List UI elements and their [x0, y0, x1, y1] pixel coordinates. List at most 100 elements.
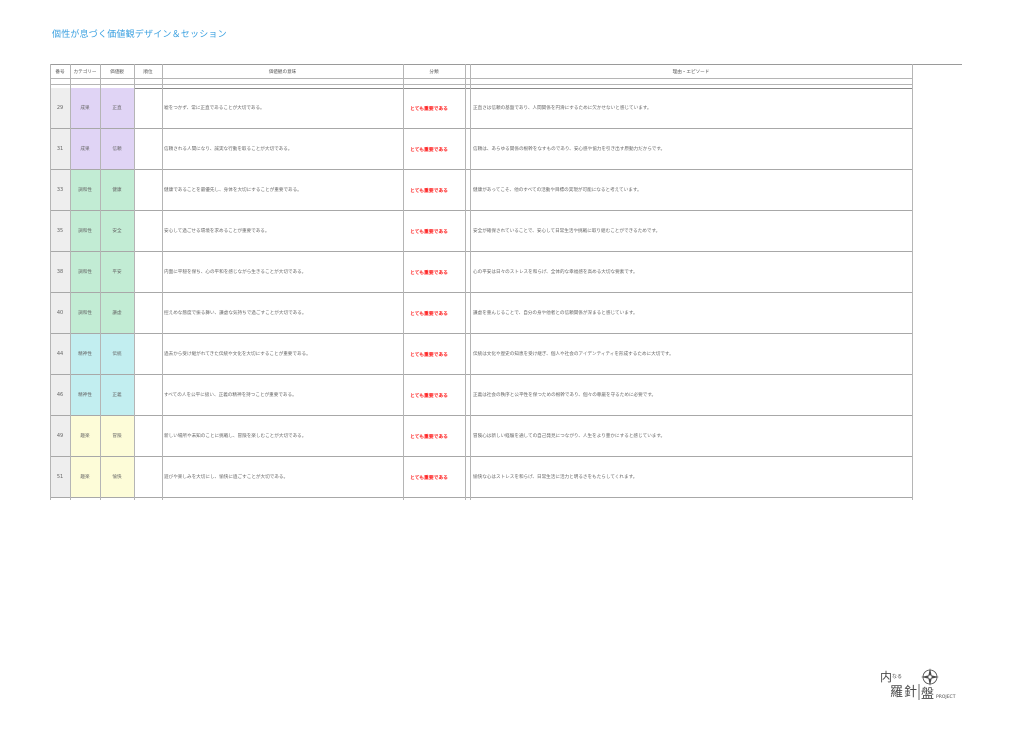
classification-cell: とても重要である	[410, 229, 448, 235]
table-row: 51 趣楽 愉快 遊びや楽しみを大切にし、愉快に過ごすことが大切である。 とても重要であ…	[50, 457, 912, 498]
classification-cell: とても重要である	[410, 147, 448, 153]
value-cell: 謙虚	[100, 293, 134, 333]
meaning-cell: 内面に平穏を保ち、心の平和を感じながら生きることが大切である。	[164, 270, 307, 275]
reason-cell: 冒険心は新しい経験を通しての自己発見につながり、人生をより豊かにすると感じていま…	[473, 434, 666, 439]
rank-cell	[134, 457, 162, 497]
grid-line	[470, 64, 471, 500]
rank-cell	[134, 334, 162, 374]
rank-cell	[134, 88, 162, 128]
reason-cell: 伝統は文化や歴史の知恵を受け継ぎ、個人や社会のアイデンティティを形成するために大…	[473, 352, 674, 357]
category-cell: 成果	[70, 88, 100, 128]
reason-cell: 愉快な心はストレスを和らげ、日常生活に活力と明るさをもたらしてくれます。	[473, 475, 638, 480]
row-number: 46	[50, 375, 70, 415]
svg-text:羅: 羅	[890, 685, 903, 700]
classification-cell: とても重要である	[410, 188, 448, 194]
table-row: 46 精神性 正義 すべての人を公平に扱い、正義の精神を持つことが重要である。 とても重…	[50, 375, 912, 416]
compass-logo-icon: 内 なる 羅 針 盤 PROJECT	[880, 668, 956, 702]
reason-cell: 安全が確保されていることで、安心して日常生活や挑戦に取り組むことができるためです…	[473, 229, 661, 234]
rank-cell	[134, 211, 162, 251]
svg-text:なる: なる	[892, 673, 902, 680]
rank-cell	[134, 170, 162, 210]
table-row: 44 精神性 伝統 過去から受け継がれてきた伝統や文化を大切にすることが重要である。 と…	[50, 334, 912, 375]
table-row: 38 調和性 平安 内面に平穏を保ち、心の平和を感じながら生きることが大切である。 とて…	[50, 252, 912, 293]
category-cell: 調和性	[70, 211, 100, 251]
rank-cell	[134, 416, 162, 456]
table-row: 31 成果 信頼 信頼される人間になり、誠実な行動を取ることが大切である。 とても重要で…	[50, 129, 912, 170]
classification-cell: とても重要である	[410, 393, 448, 399]
project-logo: 内 なる 羅 針 盤 PROJECT	[878, 664, 960, 704]
svg-text:内: 内	[880, 670, 892, 684]
category-cell: 調和性	[70, 252, 100, 292]
value-cell: 安全	[100, 211, 134, 251]
grid-line	[465, 64, 466, 500]
category-cell: 趣楽	[70, 457, 100, 497]
row-number: 35	[50, 211, 70, 251]
header-meaning: 価値観の意味	[268, 70, 297, 75]
rank-cell	[134, 129, 162, 169]
row-number: 31	[50, 129, 70, 169]
header-rule-2	[50, 84, 912, 85]
meaning-cell: すべての人を公平に扱い、正義の精神を持つことが重要である。	[164, 393, 297, 398]
reason-cell: 正義は社会の秩序と公平性を保つための根幹であり、個々の尊厳を守るために必要です。	[473, 393, 657, 398]
value-cell: 冒険	[100, 416, 134, 456]
classification-cell: とても重要である	[410, 475, 448, 481]
meaning-cell: 過去から受け継がれてきた伝統や文化を大切にすることが重要である。	[164, 352, 311, 357]
category-cell: 調和性	[70, 293, 100, 333]
reason-cell: 心の平安は日々のストレスを和らげ、全体的な幸福感を高める大切な要素です。	[473, 270, 638, 275]
row-number: 40	[50, 293, 70, 333]
row-number: 38	[50, 252, 70, 292]
row-number: 49	[50, 416, 70, 456]
classification-cell: とても重要である	[410, 434, 448, 440]
meaning-cell: 新しい場所や未知のことに挑戦し、冒険を楽しむことが大切である。	[164, 434, 307, 439]
sheet-top-rule	[50, 64, 962, 65]
row-number: 33	[50, 170, 70, 210]
svg-text:PROJECT: PROJECT	[936, 694, 956, 700]
header-value: 価値観	[110, 70, 124, 75]
meaning-cell: 安心して過ごせる環境を求めることが重要である。	[164, 229, 270, 234]
grid-line	[134, 64, 135, 500]
value-cell: 正義	[100, 375, 134, 415]
value-cell: 愉快	[100, 457, 134, 497]
category-cell: 精神性	[70, 375, 100, 415]
grid-line	[100, 64, 101, 500]
row-number: 44	[50, 334, 70, 374]
value-cell: 信頼	[100, 129, 134, 169]
header-reason: 理由・エピソード	[672, 70, 710, 75]
table-row: 49 趣楽 冒険 新しい場所や未知のことに挑戦し、冒険を楽しむことが大切である。 とても…	[50, 416, 912, 457]
rank-cell	[134, 252, 162, 292]
table-row: 33 調和性 健康 健康であることを最優先し、身体を大切にすることが重要である。 とても…	[50, 170, 912, 211]
meaning-cell: 健康であることを最優先し、身体を大切にすることが重要である。	[164, 188, 302, 193]
row-number: 29	[50, 88, 70, 128]
reason-cell: 信頼は、あらゆる関係の根幹をなすものであり、安心感や協力を引き出す原動力だからで…	[473, 147, 666, 152]
grid-line	[70, 64, 71, 500]
table-row: 40 調和性 謙虚 控えめな態度で振る舞い、謙虚な気持ちで過ごすことが大切である。 とて…	[50, 293, 912, 334]
table-row: 35 調和性 安全 安心して過ごせる環境を求めることが重要である。 とても重要である 安全…	[50, 211, 912, 252]
grid-line	[162, 64, 163, 500]
category-cell: 成果	[70, 129, 100, 169]
rank-cell	[134, 375, 162, 415]
classification-cell: とても重要である	[410, 311, 448, 317]
grid-line	[50, 64, 51, 500]
reason-cell: 健康があってこそ、他のすべての活動や目標の実現が可能になると考えています。	[473, 188, 642, 193]
header-number: 番号	[55, 70, 65, 75]
svg-text:盤: 盤	[921, 687, 934, 702]
meaning-cell: 遊びや楽しみを大切にし、愉快に過ごすことが大切である。	[164, 475, 289, 480]
classification-cell: とても重要である	[410, 270, 448, 276]
row-number: 51	[50, 457, 70, 497]
header-classification: 分類	[429, 70, 439, 75]
category-cell: 趣楽	[70, 416, 100, 456]
value-cell: 健康	[100, 170, 134, 210]
header-category: カテゴリー	[73, 70, 97, 75]
value-cell: 正直	[100, 88, 134, 128]
svg-text:針: 針	[904, 685, 917, 700]
reason-cell: 正直さは信頼の基盤であり、人間関係を円滑にするために欠かせないと感じています。	[473, 106, 652, 111]
page-title: 個性が息づく価値観デザイン＆セッション	[52, 30, 227, 40]
rank-cell	[134, 293, 162, 333]
classification-cell: とても重要である	[410, 106, 448, 112]
header-rank: 順位	[143, 70, 153, 75]
header-rule-1	[50, 78, 912, 79]
value-cell: 伝統	[100, 334, 134, 374]
table-row: 29 成果 正直 嘘をつかず、常に正直であることが大切である。 とても重要である 正直さは…	[50, 88, 912, 129]
meaning-cell: 信頼される人間になり、誠実な行動を取ることが大切である。	[164, 147, 293, 152]
category-cell: 調和性	[70, 170, 100, 210]
